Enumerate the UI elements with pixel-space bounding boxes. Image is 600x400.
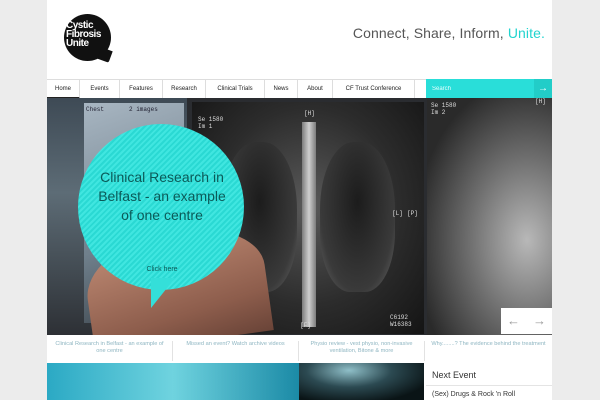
xray-series-label: Se 1580 Im 1 [198, 116, 224, 130]
nav-item-about[interactable]: About [298, 80, 333, 99]
screen-label: Chest [86, 106, 105, 113]
logo-line-3: Unite [66, 38, 89, 49]
xray-marker-right: [P] [407, 210, 418, 217]
slider-arrows: ← → [501, 308, 552, 334]
xray2-series-label: Se 1580 Im 2 [431, 102, 457, 116]
nav-item-clinical-trials[interactable]: Clinical Trials [206, 80, 265, 99]
nav-item-cf-trust-conference[interactable]: CF Trust Conference [333, 80, 415, 99]
hero-click-here-link[interactable]: Click here [97, 266, 227, 273]
nav-item-events[interactable]: Events [80, 80, 120, 99]
arrow-left-icon[interactable]: ← [501, 308, 526, 334]
search-input[interactable] [430, 82, 534, 96]
slide-caption-4[interactable]: Why........? The evidence behind the tre… [425, 341, 552, 361]
xray-marker-left: [L] [392, 210, 403, 217]
logo-speech-tail [97, 47, 113, 63]
search-submit-button[interactable]: → [534, 79, 552, 98]
hero-slider: Chest 2 images Se 1580 Im 1 [H] [L] [P] … [47, 98, 552, 335]
next-event-title: Next Event [432, 370, 477, 380]
arrow-right-icon[interactable]: → [527, 308, 552, 334]
screen-tab: 2 images [129, 106, 158, 113]
right-lung [320, 142, 395, 292]
xray2-marker-top: [H] [535, 98, 546, 105]
hero-title: Clinical Research in Belfast - an exampl… [98, 169, 226, 223]
next-event-panel: Next Event (Sex) Drugs & Rock 'n Roll [426, 363, 552, 400]
feature-image-left[interactable] [47, 363, 299, 400]
logo-text: Cystic Fibrosis Unite [66, 21, 101, 49]
slide-caption-2[interactable]: Missed an event? Watch archive videos [173, 341, 299, 361]
arrow-right-icon: → [538, 83, 548, 94]
slide-captions: Clinical Research in Belfast - an exampl… [47, 335, 552, 363]
search-box: → [426, 79, 552, 98]
slide-caption-1[interactable]: Clinical Research in Belfast - an exampl… [47, 341, 173, 361]
feature-image-middle[interactable] [299, 363, 424, 400]
tagline: Connect, Share, Inform, Unite. [353, 25, 545, 41]
xray-window-label: C6192 W16383 [390, 314, 412, 328]
page: Cystic Fibrosis Unite Connect, Share, In… [47, 0, 552, 400]
spine [302, 122, 316, 327]
tagline-accent: Unite. [507, 25, 545, 41]
divider [426, 385, 552, 386]
nav-item-research[interactable]: Research [163, 80, 206, 99]
nav-item-features[interactable]: Features [120, 80, 163, 99]
xray-marker-bottom: [F] [300, 322, 311, 329]
second-xray-image: Se 1580 Im 2 [H] [427, 98, 552, 335]
slide-caption-3[interactable]: Physio review - vest physio, non-invasiv… [299, 341, 425, 361]
next-event-item-link[interactable]: (Sex) Drugs & Rock 'n Roll [432, 391, 515, 398]
xray-marker-top: [H] [304, 110, 315, 117]
nav-item-news[interactable]: News [265, 80, 298, 99]
nav-item-home[interactable]: Home [47, 80, 80, 99]
tagline-main: Connect, Share, Inform, [352, 25, 504, 41]
